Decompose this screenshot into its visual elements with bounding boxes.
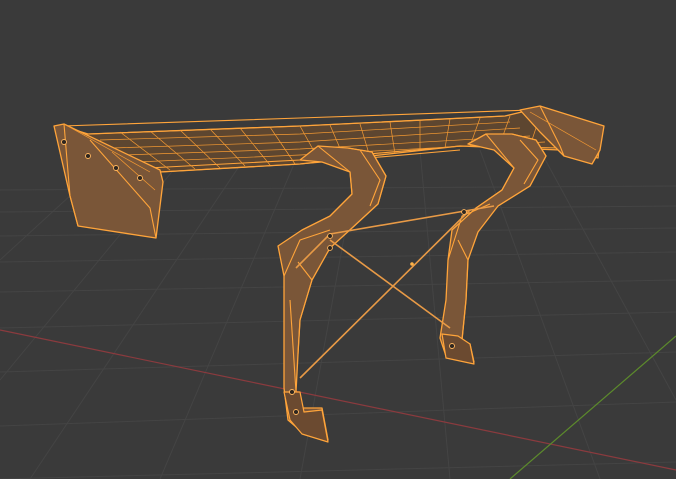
endplate-bolt xyxy=(137,175,143,181)
foot-bolt xyxy=(293,409,299,415)
right-foot-plate xyxy=(441,333,475,365)
x-axis-line xyxy=(0,329,676,471)
right-swan-neck-mount xyxy=(439,133,547,363)
spoiler-mesh[interactable] xyxy=(53,105,605,443)
endplate-bolt xyxy=(113,165,119,171)
brace-bolt xyxy=(327,233,333,239)
foot-bolt xyxy=(289,389,295,395)
object-origin-icon xyxy=(410,262,414,266)
endplate-bolt xyxy=(85,153,91,159)
viewport-canvas[interactable] xyxy=(0,0,676,479)
brace-bolt xyxy=(327,245,333,251)
endplate-bolt xyxy=(61,139,67,145)
foot-bolt xyxy=(449,343,455,349)
brace-bolt xyxy=(461,209,467,215)
3d-viewport[interactable] xyxy=(0,0,676,479)
left-foot-plate xyxy=(283,391,329,443)
